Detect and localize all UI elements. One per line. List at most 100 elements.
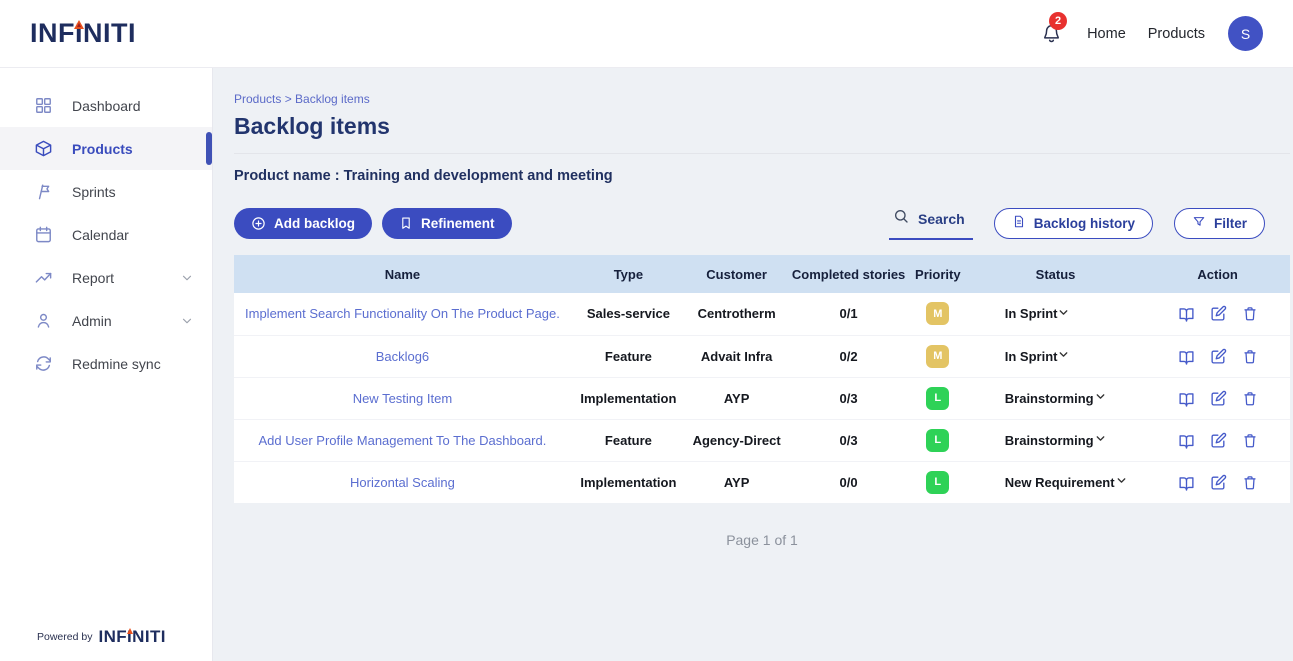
table-row: Implement Search Functionality On The Pr… — [234, 293, 1290, 335]
customer-cell: Centrotherm — [685, 293, 788, 335]
col-customer: Customer — [685, 255, 788, 293]
type-cell: Implementation — [570, 376, 686, 419]
completed-stories-cell: 0/3 — [787, 418, 910, 461]
user-avatar[interactable]: S — [1228, 16, 1263, 51]
backlog-name-link[interactable]: Horizontal Scaling — [350, 475, 455, 490]
trash-icon[interactable] — [1242, 348, 1258, 365]
product-name-label: Product name : Training and development … — [234, 168, 613, 184]
bookmark-icon — [399, 216, 413, 230]
header-right: 2 Home Products S — [1041, 12, 1263, 51]
trash-icon[interactable] — [1242, 390, 1258, 407]
main-content: Products > Backlog items Backlog items P… — [213, 68, 1293, 661]
edit-icon[interactable] — [1210, 305, 1227, 322]
sidebar-item-admin[interactable]: Admin — [0, 299, 212, 342]
status-dropdown[interactable]: In Sprint — [966, 306, 1146, 322]
sidebar-item-label: Redmine sync — [72, 355, 161, 372]
backlog-history-button[interactable]: Backlog history — [993, 207, 1153, 239]
add-backlog-label: Add backlog — [274, 215, 356, 231]
toolbar-left: Add backlog Refinement — [234, 207, 512, 239]
sidebar-item-products[interactable]: Products — [0, 127, 212, 170]
status-dropdown[interactable]: Brainstorming — [966, 432, 1146, 448]
calendar-icon — [34, 225, 53, 244]
edit-icon[interactable] — [1210, 390, 1227, 407]
customer-cell: AYP — [685, 376, 788, 419]
search-control[interactable]: Search — [889, 206, 973, 240]
filter-button[interactable]: Filter — [1173, 207, 1265, 239]
backlog-history-label: Backlog history — [1033, 215, 1135, 231]
completed-stories-cell: 0/3 — [787, 376, 910, 419]
chevron-down-icon — [1094, 390, 1107, 406]
person-icon — [34, 311, 53, 330]
chevron-down-icon — [180, 271, 194, 285]
edit-icon[interactable] — [1210, 474, 1227, 491]
status-dropdown[interactable]: New Requirement — [966, 474, 1146, 490]
nav-products[interactable]: Products — [1137, 26, 1216, 42]
sidebar-item-label: Calendar — [72, 226, 129, 243]
search-label: Search — [918, 210, 965, 227]
backlog-name-link[interactable]: Backlog6 — [376, 349, 429, 364]
table-row: New Testing Item Implementation AYP 0/3 … — [234, 376, 1290, 419]
customer-cell: Agency-Direct — [685, 418, 788, 461]
status-value: In Sprint — [1004, 306, 1058, 322]
book-open-icon[interactable] — [1178, 348, 1195, 365]
col-status: Status — [965, 255, 1146, 293]
notifications-button[interactable]: 2 — [1041, 12, 1068, 44]
chevron-down-icon — [1057, 348, 1070, 364]
nav-home[interactable]: Home — [1076, 26, 1137, 42]
status-value: New Requirement — [1004, 474, 1115, 490]
backlog-name-link[interactable]: Implement Search Functionality On The Pr… — [245, 306, 560, 321]
sidebar-item-sprints[interactable]: Sprints — [0, 170, 212, 213]
action-cell — [1145, 474, 1290, 491]
breadcrumb[interactable]: Products > Backlog items — [234, 92, 1290, 106]
type-cell: Implementation — [570, 460, 686, 503]
completed-stories-cell: 0/1 — [787, 293, 910, 335]
funnel-icon — [1192, 215, 1206, 232]
col-action: Action — [1145, 255, 1290, 293]
sprint-flag-icon — [34, 182, 53, 201]
action-cell — [1145, 390, 1290, 407]
trash-icon[interactable] — [1242, 432, 1258, 449]
toolbar-right: Search Backlog history Filter — [889, 206, 1265, 240]
edit-icon[interactable] — [1210, 348, 1227, 365]
type-cell: Feature — [570, 334, 686, 377]
priority-badge: L — [926, 470, 950, 494]
trash-icon[interactable] — [1242, 305, 1258, 322]
book-open-icon[interactable] — [1178, 432, 1195, 449]
sidebar-item-calendar[interactable]: Calendar — [0, 213, 212, 256]
chevron-down-icon — [1094, 432, 1107, 448]
edit-icon[interactable] — [1210, 432, 1227, 449]
priority-badge: L — [926, 386, 950, 410]
cube-icon — [34, 139, 53, 158]
status-value: In Sprint — [1004, 348, 1058, 364]
top-header: INF I NITI 2 Home Products S — [0, 0, 1293, 68]
refinement-button[interactable]: Refinement — [382, 207, 512, 239]
book-open-icon[interactable] — [1178, 390, 1195, 407]
table-row: Horizontal Scaling Implementation AYP 0/… — [234, 460, 1290, 503]
backlog-name-link[interactable]: Add User Profile Management To The Dashb… — [259, 433, 547, 448]
book-open-icon[interactable] — [1178, 305, 1195, 322]
customer-cell: Advait Infra — [685, 334, 788, 377]
trash-icon[interactable] — [1242, 474, 1258, 491]
add-backlog-button[interactable]: Add backlog — [234, 207, 373, 239]
backlog-name-link[interactable]: New Testing Item — [353, 391, 452, 406]
action-cell — [1145, 305, 1290, 322]
sync-icon — [34, 354, 53, 373]
col-priority: Priority — [909, 255, 966, 293]
pagination: Page 1 of 1 — [726, 532, 798, 548]
sidebar-item-redmine-sync[interactable]: Redmine sync — [0, 342, 212, 385]
book-open-icon[interactable] — [1178, 474, 1195, 491]
completed-stories-cell: 0/2 — [787, 334, 910, 377]
status-dropdown[interactable]: In Sprint — [966, 348, 1146, 364]
chevron-down-icon — [180, 314, 194, 328]
refinement-label: Refinement — [421, 215, 495, 231]
action-cell — [1145, 348, 1290, 365]
grid-icon — [34, 96, 53, 115]
sidebar-item-report[interactable]: Report — [0, 256, 212, 299]
brand-logo[interactable]: INF I NITI — [30, 18, 136, 49]
logo-text-2: I — [74, 18, 84, 48]
completed-stories-cell: 0/0 — [787, 460, 910, 503]
table-row: Backlog6 Feature Advait Infra 0/2 M In S… — [234, 334, 1290, 377]
status-dropdown[interactable]: Brainstorming — [966, 390, 1146, 406]
search-icon — [893, 208, 909, 229]
sidebar-item-dashboard[interactable]: Dashboard — [0, 84, 212, 127]
